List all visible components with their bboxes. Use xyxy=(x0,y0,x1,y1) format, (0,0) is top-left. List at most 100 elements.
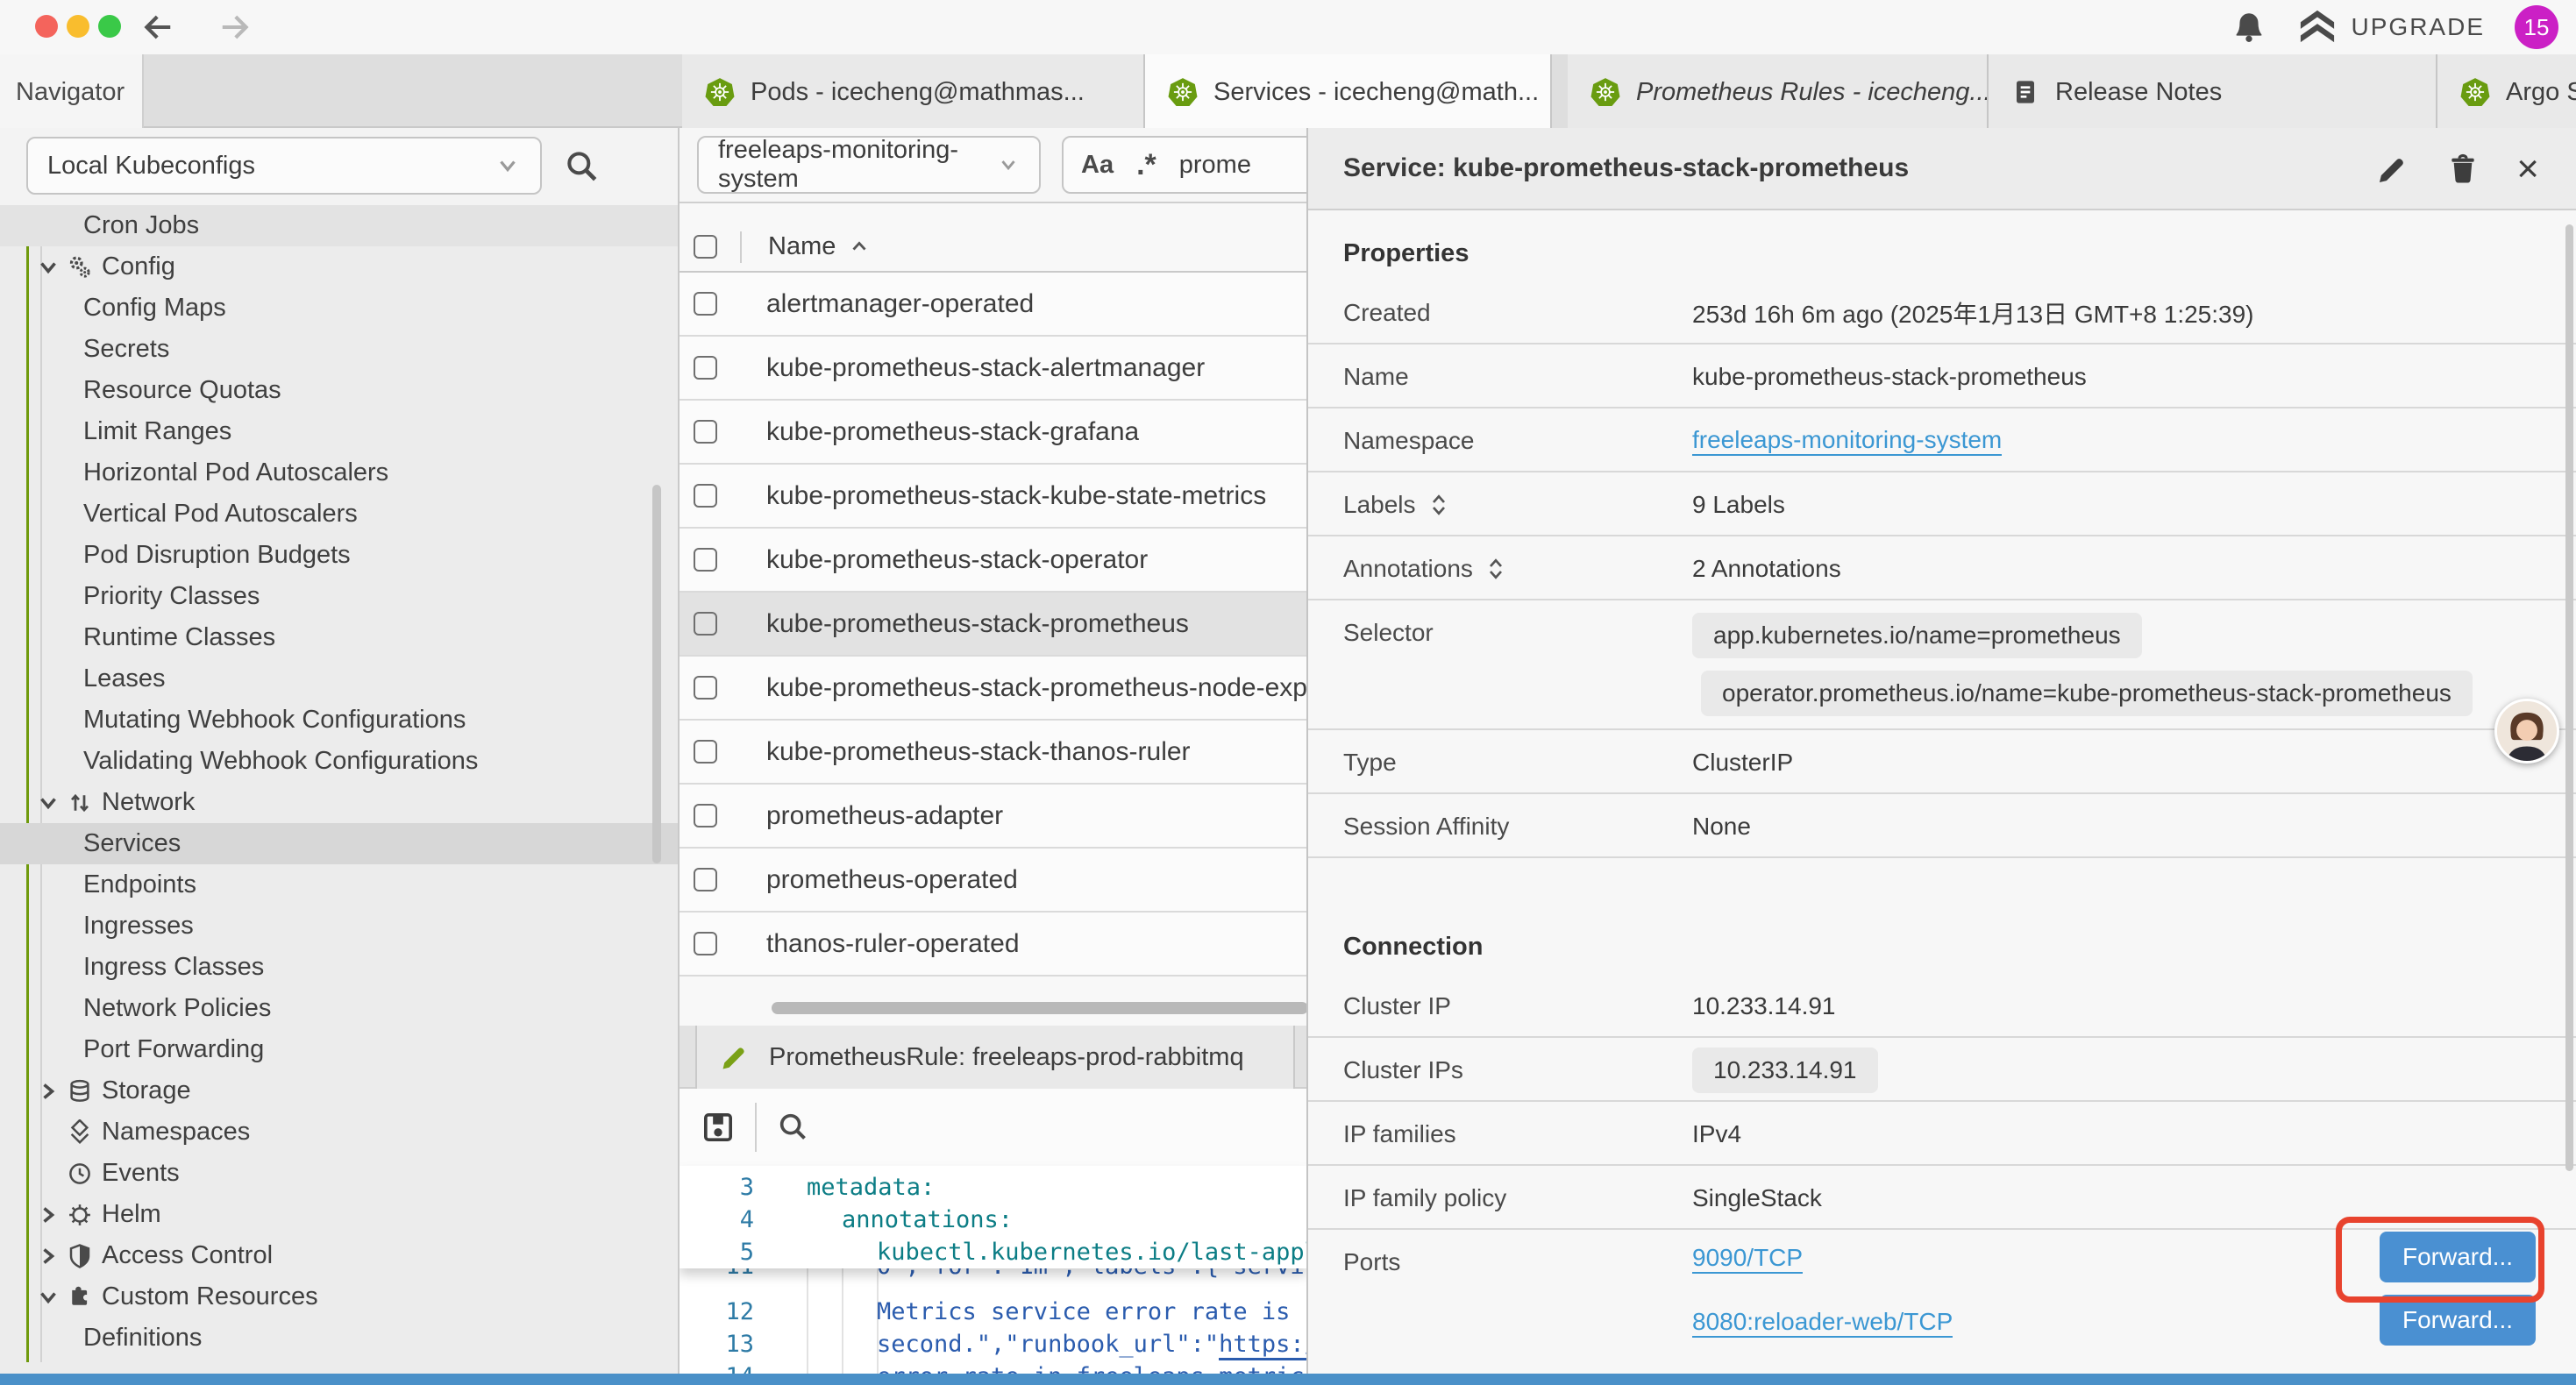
back-icon[interactable] xyxy=(140,11,175,44)
dock-tab-next-partial[interactable] xyxy=(1299,1026,1306,1089)
sidebar-item-label: Priority Classes xyxy=(83,582,260,611)
detail-edit-pencil-icon[interactable] xyxy=(2376,153,2409,186)
tab-pods-icecheng-mathmas[interactable]: Pods - icecheng@mathmas... xyxy=(682,54,1145,130)
sidebar-item-mutating-webhook-configurations[interactable]: Mutating Webhook Configurations xyxy=(0,700,680,741)
table-row-kube-prometheus-stack-thanos-ruler[interactable]: kube-prometheus-stack-thanos-ruler xyxy=(680,721,1306,785)
table-row-thanos-ruler-operated[interactable]: thanos-ruler-operated xyxy=(680,913,1306,977)
tab-release-notes[interactable]: Release Notes xyxy=(1989,54,2437,130)
sidebar-item-endpoints[interactable]: Endpoints xyxy=(0,864,680,906)
dock-tab-prometheusrule[interactable]: PrometheusRule: freeleaps-prod-rabbitmq xyxy=(695,1026,1295,1089)
sidebar-item-secrets[interactable]: Secrets xyxy=(0,329,680,370)
sidebar-item-priority-classes[interactable]: Priority Classes xyxy=(0,576,680,617)
sidebar-item-storage[interactable]: Storage xyxy=(0,1070,680,1112)
expander-icon[interactable] xyxy=(1485,556,1506,582)
sidebar-item-vertical-pod-autoscalers[interactable]: Vertical Pod Autoscalers xyxy=(0,494,680,535)
name-column-header[interactable]: Name xyxy=(768,232,836,261)
sidebar-item-limit-ranges[interactable]: Limit Ranges xyxy=(0,411,680,452)
yaml-editor[interactable]: 3metadata:4annotations:5kubectl.kubernet… xyxy=(680,1166,1306,1374)
chevron-right-icon[interactable] xyxy=(35,1243,61,1269)
detail-delete-trash-icon[interactable] xyxy=(2446,153,2480,186)
port-link[interactable]: 8080:reloader-web/TCP xyxy=(1692,1308,1953,1338)
notification-count-badge[interactable]: 15 xyxy=(2515,5,2558,49)
table-row-kube-prometheus-stack-grafana[interactable]: kube-prometheus-stack-grafana xyxy=(680,401,1306,465)
sidebar-item-access-control[interactable]: Access Control xyxy=(0,1235,680,1276)
row-checkbox[interactable] xyxy=(694,740,717,764)
tab-services-icecheng-math[interactable]: Services - icecheng@math...× xyxy=(1145,54,1552,130)
tab-prometheus-rules-icecheng[interactable]: Prometheus Rules - icecheng... xyxy=(1568,54,1989,130)
window-zoom-light[interactable] xyxy=(98,15,121,38)
table-row-kube-prometheus-stack-prometheus[interactable]: kube-prometheus-stack-prometheus xyxy=(680,593,1306,657)
row-checkbox[interactable] xyxy=(694,420,717,444)
sidebar-item-runtime-classes[interactable]: Runtime Classes xyxy=(0,617,680,658)
sidebar-search-icon[interactable] xyxy=(563,147,601,186)
row-checkbox[interactable] xyxy=(694,676,717,700)
sidebar-item-port-forwarding[interactable]: Port Forwarding xyxy=(0,1029,680,1070)
sidebar-item-config-maps[interactable]: Config Maps xyxy=(0,288,680,329)
expander-icon[interactable] xyxy=(1428,492,1449,518)
chevron-right-icon[interactable] xyxy=(35,1078,61,1104)
search-value: prome xyxy=(1179,151,1251,180)
row-checkbox[interactable] xyxy=(694,804,717,827)
sidebar-item-helm[interactable]: Helm xyxy=(0,1194,680,1235)
sidebar-item-ingresses[interactable]: Ingresses xyxy=(0,906,680,947)
sidebar-item-custom-resources[interactable]: Custom Resources xyxy=(0,1276,680,1318)
window-close-light[interactable] xyxy=(35,15,58,38)
sidebar-item-leases[interactable]: Leases xyxy=(0,658,680,700)
row-checkbox[interactable] xyxy=(694,868,717,891)
chevron-down-icon[interactable] xyxy=(35,1284,61,1310)
namespace-select[interactable]: freeleaps-monitoring-system xyxy=(697,136,1041,194)
sidebar-item-network-policies[interactable]: Network Policies xyxy=(0,988,680,1029)
notifications-bell-icon[interactable] xyxy=(2231,9,2267,46)
detail-row-value[interactable]: freeleaps-monitoring-system xyxy=(1692,426,2002,456)
sort-asc-icon[interactable] xyxy=(848,236,871,259)
port-link[interactable]: 9090/TCP xyxy=(1692,1244,1803,1274)
sidebar-item-events[interactable]: Events xyxy=(0,1153,680,1194)
table-row-prometheus-adapter[interactable]: prometheus-adapter xyxy=(680,785,1306,849)
row-checkbox[interactable] xyxy=(694,356,717,380)
table-row-alertmanager-operated[interactable]: alertmanager-operated xyxy=(680,273,1306,337)
sidebar-item-horizontal-pod-autoscalers[interactable]: Horizontal Pod Autoscalers xyxy=(0,452,680,494)
chevron-down-icon[interactable] xyxy=(35,254,61,281)
kubeconfig-select[interactable]: Local Kubeconfigs xyxy=(26,137,542,195)
save-icon[interactable] xyxy=(701,1110,736,1145)
editor-search-icon[interactable] xyxy=(776,1110,811,1145)
navigator-tab[interactable]: Navigator xyxy=(0,54,144,130)
sidebar-item-cron-jobs[interactable]: Cron Jobs xyxy=(0,205,680,246)
sidebar-item-network[interactable]: Network xyxy=(0,782,680,823)
detail-scrollbar-thumb[interactable] xyxy=(2565,224,2573,1171)
forward-icon[interactable] xyxy=(217,11,253,44)
row-checkbox[interactable] xyxy=(694,292,717,316)
table-row-kube-prometheus-stack-kube-state-metrics[interactable]: kube-prometheus-stack-kube-state-metrics xyxy=(680,465,1306,529)
row-checkbox[interactable] xyxy=(694,932,717,955)
row-checkbox[interactable] xyxy=(694,612,717,636)
row-checkbox[interactable] xyxy=(694,548,717,572)
tab-argo-se[interactable]: Argo Se xyxy=(2437,54,2576,130)
table-row-kube-prometheus-stack-alertmanager[interactable]: kube-prometheus-stack-alertmanager xyxy=(680,337,1306,401)
sidebar-item-pod-disruption-budgets[interactable]: Pod Disruption Budgets xyxy=(0,535,680,576)
window-minimize-light[interactable] xyxy=(67,15,89,38)
sidebar-item-definitions[interactable]: Definitions xyxy=(0,1318,680,1359)
table-row-kube-prometheus-stack-prometheus-node-exporter[interactable]: kube-prometheus-stack-prometheus-node-ex… xyxy=(680,657,1306,721)
detail-close-icon[interactable]: × xyxy=(2516,150,2539,188)
list-search-input[interactable]: Aa .* prome xyxy=(1062,136,1306,194)
horizontal-scrollbar-thumb[interactable] xyxy=(772,1002,1306,1014)
sidebar-item-config[interactable]: Config xyxy=(0,246,680,288)
table-row-kube-prometheus-stack-operator[interactable]: kube-prometheus-stack-operator xyxy=(680,529,1306,593)
chevron-down-icon[interactable] xyxy=(35,790,61,816)
avatar[interactable] xyxy=(2494,699,2559,764)
select-all-checkbox[interactable] xyxy=(694,235,717,259)
sidebar-item-validating-webhook-configurations[interactable]: Validating Webhook Configurations xyxy=(0,741,680,782)
detail-row-session-affinity: Session AffinityNone xyxy=(1308,794,2576,858)
sidebar-item-services[interactable]: Services xyxy=(0,823,680,864)
match-case-toggle[interactable]: Aa xyxy=(1081,151,1114,180)
sidebar-item-ingress-classes[interactable]: Ingress Classes xyxy=(0,947,680,988)
sidebar-item-namespaces[interactable]: Namespaces xyxy=(0,1112,680,1153)
regex-toggle[interactable]: .* xyxy=(1136,148,1156,182)
sidebar-scrollbar-thumb[interactable] xyxy=(652,485,661,863)
chevron-right-icon[interactable] xyxy=(35,1202,61,1228)
row-checkbox[interactable] xyxy=(694,484,717,508)
table-row-prometheus-operated[interactable]: prometheus-operated xyxy=(680,849,1306,913)
sidebar-item-resource-quotas[interactable]: Resource Quotas xyxy=(0,370,680,411)
upgrade-button[interactable]: UPGRADE xyxy=(2297,9,2485,46)
services-list-panel: freeleaps-monitoring-system Aa .* prome … xyxy=(680,128,1306,1026)
